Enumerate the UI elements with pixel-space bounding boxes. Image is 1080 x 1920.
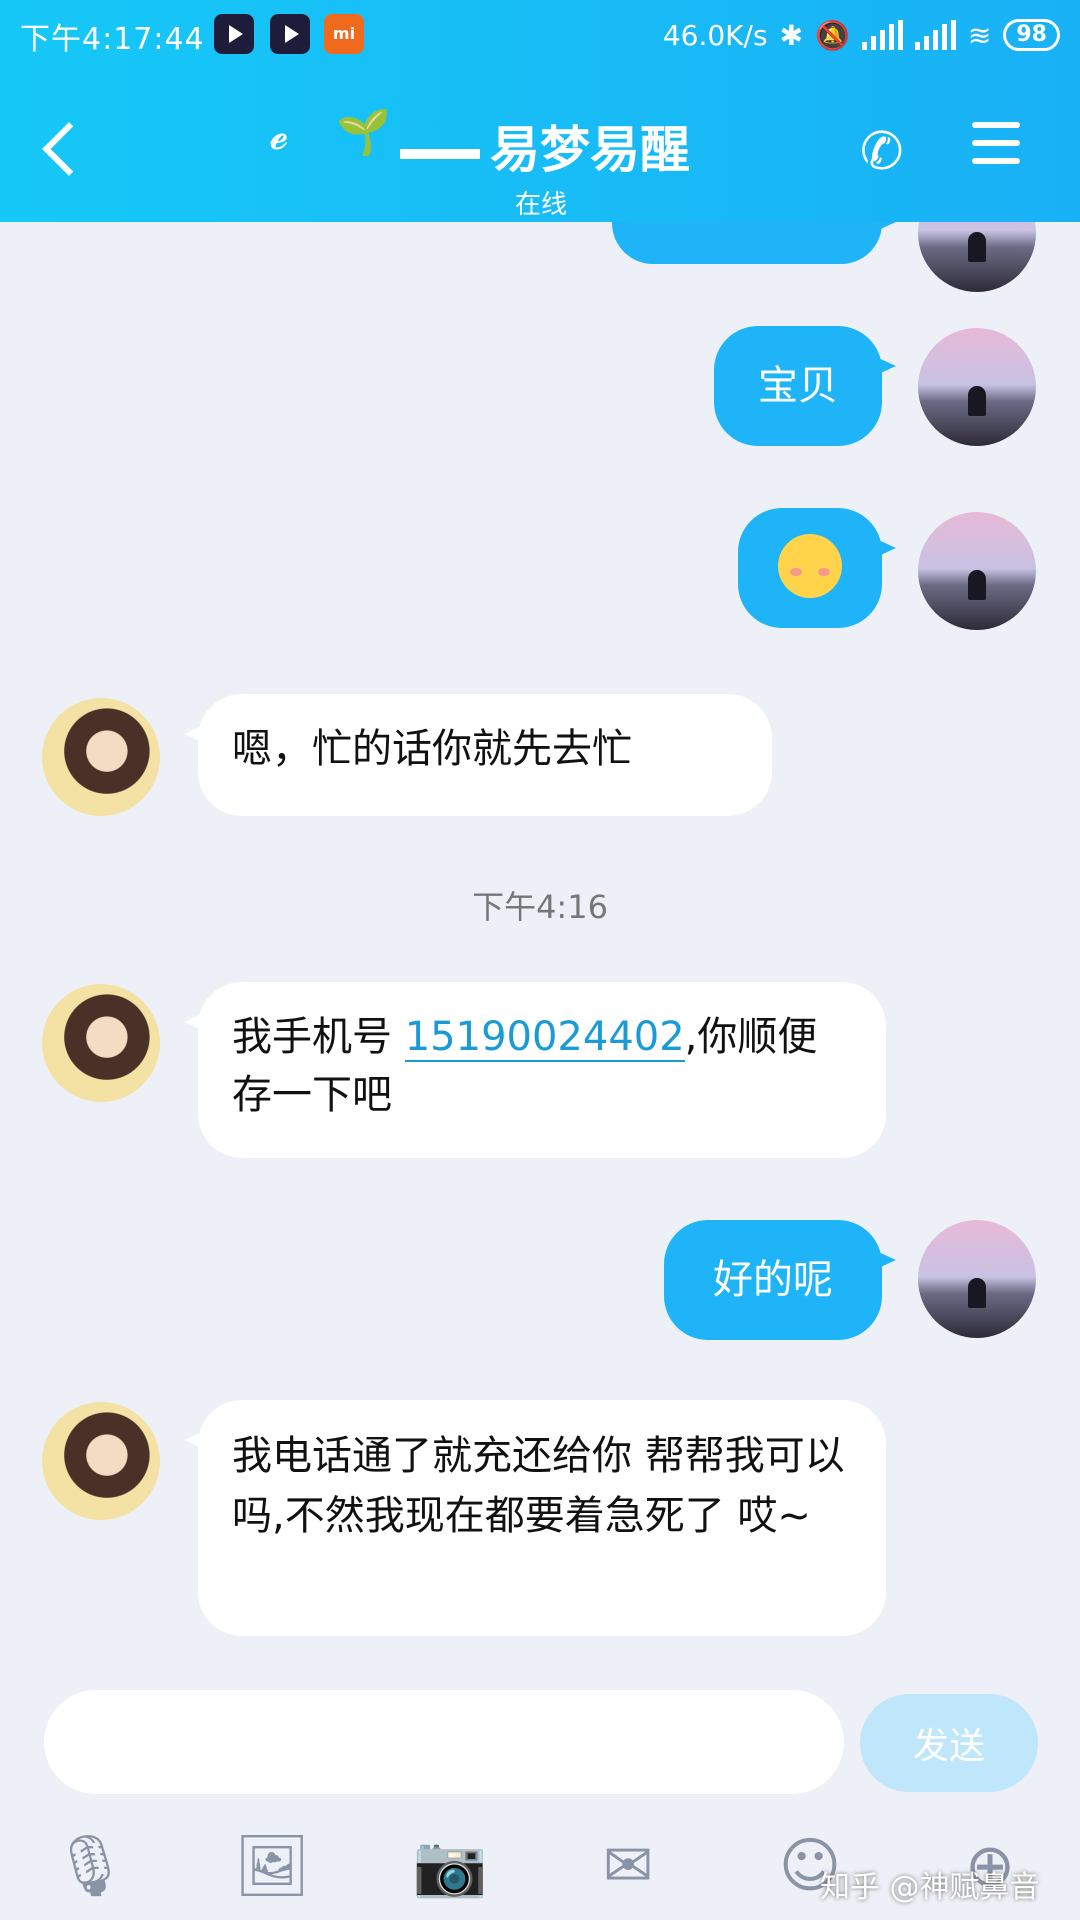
- wifi-icon: ≋: [967, 18, 992, 52]
- sprout-icon: 🌱: [336, 107, 391, 158]
- my-avatar[interactable]: [918, 512, 1036, 630]
- message-input[interactable]: [44, 1690, 844, 1794]
- message-text: 我电话通了就充还给你 帮帮我可以吗,不然我现在都要着急死了 哎~: [232, 1433, 845, 1539]
- status-bar: 下午4:17:44 mi 46.0K/s ✱ 🔕 ≋ 98: [0, 0, 1080, 70]
- camera-icon[interactable]: 📷: [410, 1830, 490, 1902]
- status-indicators: 46.0K/s ✱ 🔕 ≋ 98: [663, 12, 1060, 58]
- my-avatar[interactable]: [918, 1220, 1036, 1338]
- menu-icon[interactable]: [972, 122, 1020, 164]
- chat-area[interactable]: 宝贝 嗯，忙的话你就先去忙 下午4:16 我手机号 15190024402,你顺…: [0, 174, 1080, 1670]
- bluetooth-icon: ✱: [779, 18, 804, 52]
- message-text: 宝贝: [758, 363, 838, 409]
- signal-icon: [861, 20, 903, 50]
- message-bubble-out[interactable]: 好的呢: [664, 1220, 896, 1340]
- status-time: 下午4:17:44: [20, 22, 205, 57]
- video-app-icon: [214, 14, 254, 54]
- signal-icon-2: [914, 20, 956, 50]
- message-text: 嗯，忙的话你就先去忙: [232, 726, 632, 772]
- my-avatar[interactable]: [918, 328, 1036, 446]
- message-text: 我手机号: [232, 1014, 392, 1060]
- ear-icon: 𝓮: [270, 110, 289, 159]
- timestamp-divider: 下午4:16: [472, 888, 608, 926]
- battery-indicator: 98: [1003, 19, 1060, 51]
- video-app-icon-2: [270, 14, 310, 54]
- red-packet-icon[interactable]: ✉: [588, 1830, 668, 1902]
- message-bubble-in[interactable]: 嗯，忙的话你就先去忙: [184, 694, 772, 816]
- redacted-name: [400, 148, 480, 159]
- contact-avatar[interactable]: [42, 698, 160, 816]
- message-bubble-in[interactable]: 我手机号 15190024402,你顺便存一下吧: [184, 982, 886, 1158]
- top-bar: 下午4:17:44 mi 46.0K/s ✱ 🔕 ≋ 98 𝓮 🌱 易梦易醒 在…: [0, 0, 1080, 222]
- microphone-icon[interactable]: 🎙: [50, 1830, 130, 1902]
- blush-emoji-icon: [778, 534, 842, 598]
- message-bubble-out[interactable]: [738, 508, 896, 628]
- message-bubble-in[interactable]: 我电话通了就充还给你 帮帮我可以吗,不然我现在都要着急死了 哎~: [184, 1400, 886, 1636]
- mute-bell-icon: 🔕: [815, 18, 850, 52]
- back-icon[interactable]: [40, 118, 80, 178]
- contact-avatar[interactable]: [42, 984, 160, 1102]
- message-text: 好的呢: [713, 1257, 833, 1303]
- chat-title-text: 易梦易醒: [490, 121, 690, 179]
- send-button[interactable]: 发送: [860, 1694, 1038, 1792]
- net-speed: 46.0K/s: [662, 18, 768, 52]
- message-bubble-out[interactable]: 宝贝: [714, 326, 896, 446]
- watermark: 知乎 @神赋鼻音: [820, 1870, 1040, 1905]
- phone-call-icon[interactable]: ✆: [860, 122, 904, 182]
- contact-avatar[interactable]: [42, 1402, 160, 1520]
- phone-number-link[interactable]: 15190024402: [404, 1014, 685, 1062]
- chat-title: 易梦易醒: [400, 110, 690, 182]
- online-status: 在线: [515, 190, 568, 220]
- mi-app-icon: mi: [324, 14, 364, 54]
- image-icon[interactable]: 🖼: [232, 1830, 312, 1902]
- chat-header: 𝓮 🌱 易梦易醒 在线 ✆: [0, 70, 1080, 222]
